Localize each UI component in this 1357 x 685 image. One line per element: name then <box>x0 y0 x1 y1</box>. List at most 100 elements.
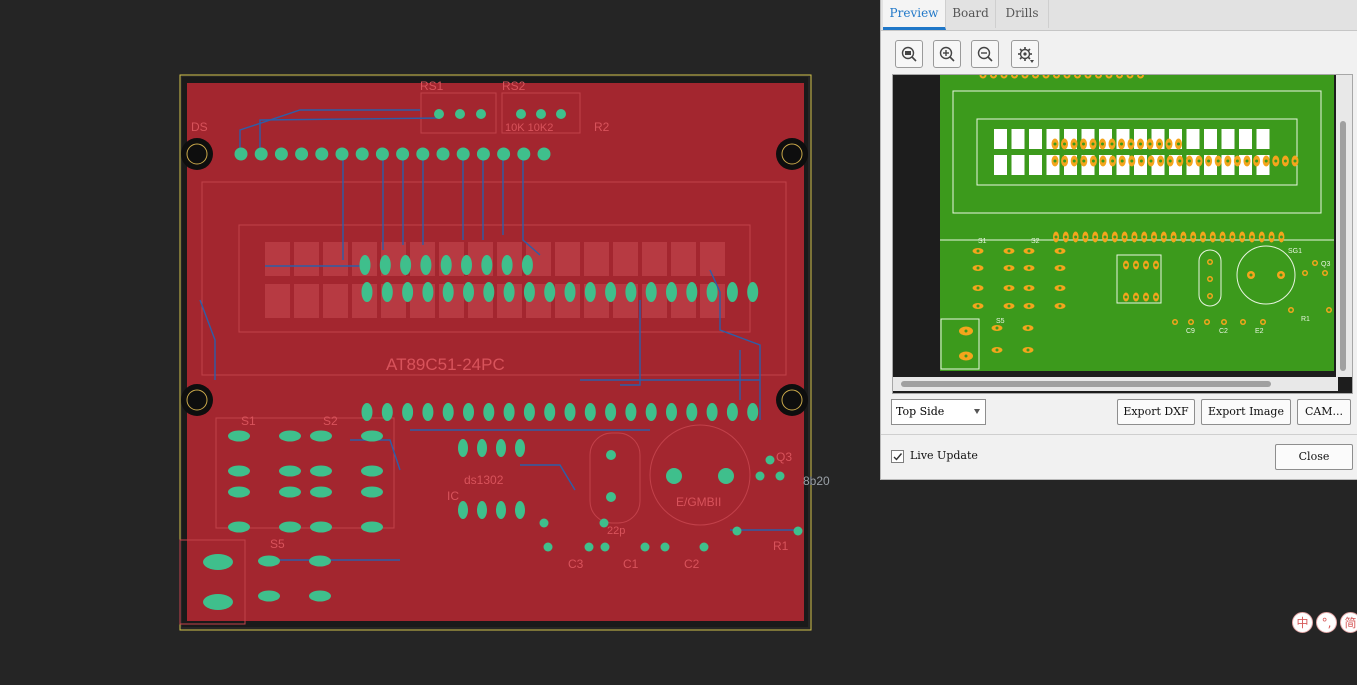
label-buzzer: E/GMBII <box>676 495 721 509</box>
switch-pad <box>279 521 301 533</box>
rtc-pad <box>458 501 468 519</box>
settings-button[interactable] <box>1011 40 1039 68</box>
lcd-pad <box>461 255 472 275</box>
mcu-pad <box>726 403 738 421</box>
switch-pad <box>228 465 250 477</box>
switch-pad <box>361 430 383 442</box>
close-button[interactable]: Close <box>1275 444 1353 470</box>
preview-hscroll-thumb[interactable] <box>901 381 1271 387</box>
lcd-pad <box>440 255 452 275</box>
header-pad <box>355 147 369 161</box>
lcd-pad <box>726 282 738 302</box>
label-c1: C1 <box>623 557 639 571</box>
preview-lcd-segment <box>1186 129 1200 149</box>
ime-chinese-icon[interactable]: 中 <box>1292 612 1313 633</box>
power-pad <box>203 594 233 610</box>
header-pad <box>396 147 410 161</box>
switch-pad <box>279 465 301 477</box>
header-pad <box>517 147 531 161</box>
rtc-pad <box>458 439 468 457</box>
lcd-pad <box>483 282 495 302</box>
preview-label-c9: C9 <box>1186 328 1195 335</box>
mcu-pad <box>605 403 617 421</box>
header-pad <box>456 147 470 161</box>
lcd-pad <box>501 255 513 275</box>
tab-drills[interactable]: Drills <box>996 0 1049 28</box>
lcd-pad <box>523 282 535 302</box>
zoom-out-button[interactable] <box>971 40 999 68</box>
lcd-pad <box>381 282 393 302</box>
preview-lcd-segment <box>1221 129 1235 149</box>
buzzer-pad <box>718 468 734 484</box>
rtc-pad <box>477 501 487 519</box>
label-ds1302: ds1302 <box>464 473 504 487</box>
live-update-checkbox[interactable] <box>891 450 904 463</box>
mcu-pad <box>686 403 698 421</box>
lcd-pad <box>463 282 474 302</box>
pot-pad <box>434 109 444 119</box>
mcu-pad <box>523 403 535 421</box>
ime-simplified-icon[interactable]: 简 <box>1340 612 1357 633</box>
cam-button[interactable]: CAM... <box>1297 399 1351 425</box>
pot-pad <box>455 109 465 119</box>
preview-label-s2: S2 <box>1031 238 1040 245</box>
label-q3: Q3 <box>776 450 792 464</box>
transistor-pad <box>775 471 785 481</box>
preview-lcd-segment <box>1204 129 1217 149</box>
export-dxf-button[interactable]: Export DXF <box>1117 399 1195 425</box>
preview-vscroll-thumb[interactable] <box>1340 121 1346 371</box>
ime-punct-icon[interactable]: °, <box>1316 612 1337 633</box>
lcd-pad <box>564 282 576 302</box>
cap-pad <box>660 542 670 552</box>
mcu-pad <box>402 403 414 421</box>
cap-pad <box>584 542 594 552</box>
lcd-segment <box>294 284 319 318</box>
pot-pad <box>556 109 566 119</box>
lcd-pad <box>503 282 515 302</box>
preview-lcd-segment <box>1256 129 1270 149</box>
fit-view-button[interactable] <box>895 40 923 68</box>
lcd-segment <box>294 242 319 276</box>
lcd-pad <box>605 282 617 302</box>
header-pad <box>274 147 288 161</box>
lcd-segment <box>323 284 348 318</box>
pot-pad <box>536 109 546 119</box>
label-cap-value: 22p <box>607 525 625 537</box>
crystal-pad <box>606 450 616 460</box>
switch-pad <box>310 465 332 477</box>
mcu-pad <box>422 403 434 421</box>
zoom-out-icon <box>977 46 993 62</box>
header-pad <box>254 147 268 161</box>
header-pad <box>416 147 430 161</box>
switch-pad <box>361 521 383 533</box>
mcu-pad <box>442 403 454 421</box>
preview-lcd-segment <box>1029 129 1042 149</box>
label-s1: S1 <box>241 414 256 428</box>
rtc-pad <box>477 439 487 457</box>
tab-board[interactable]: Board <box>946 0 996 28</box>
lcd-pad <box>521 255 533 275</box>
label-resistor-values: 10K 10K2 <box>505 122 553 134</box>
preview-lcd-segment <box>994 155 1007 175</box>
switch-pad <box>228 521 250 533</box>
export-image-button[interactable]: Export Image <box>1201 399 1291 425</box>
tab-bar: Preview Board Drills <box>881 0 1357 31</box>
divider <box>881 434 1357 435</box>
preview-lcd-segment <box>1011 129 1025 149</box>
label-chip: AT89C51-24PC <box>386 355 505 374</box>
header-pad <box>234 147 248 161</box>
rtc-pad <box>515 501 525 519</box>
mcu-pad <box>361 403 373 421</box>
switch-pad <box>228 486 250 498</box>
lcd-segment <box>642 242 667 276</box>
board-preview[interactable]: S1 S2 S5 SG1 C9 C2 E2 R1 Q3 <box>892 74 1353 394</box>
lcd-pad <box>625 282 637 302</box>
switch-pad <box>279 430 301 442</box>
mcu-pad <box>564 403 576 421</box>
lcd-pad <box>584 282 596 302</box>
tab-preview[interactable]: Preview <box>883 0 946 30</box>
switch-pad <box>361 465 383 477</box>
zoom-in-button[interactable] <box>933 40 961 68</box>
resistor-pad <box>732 526 742 536</box>
side-select[interactable]: Top Side <box>891 399 986 425</box>
